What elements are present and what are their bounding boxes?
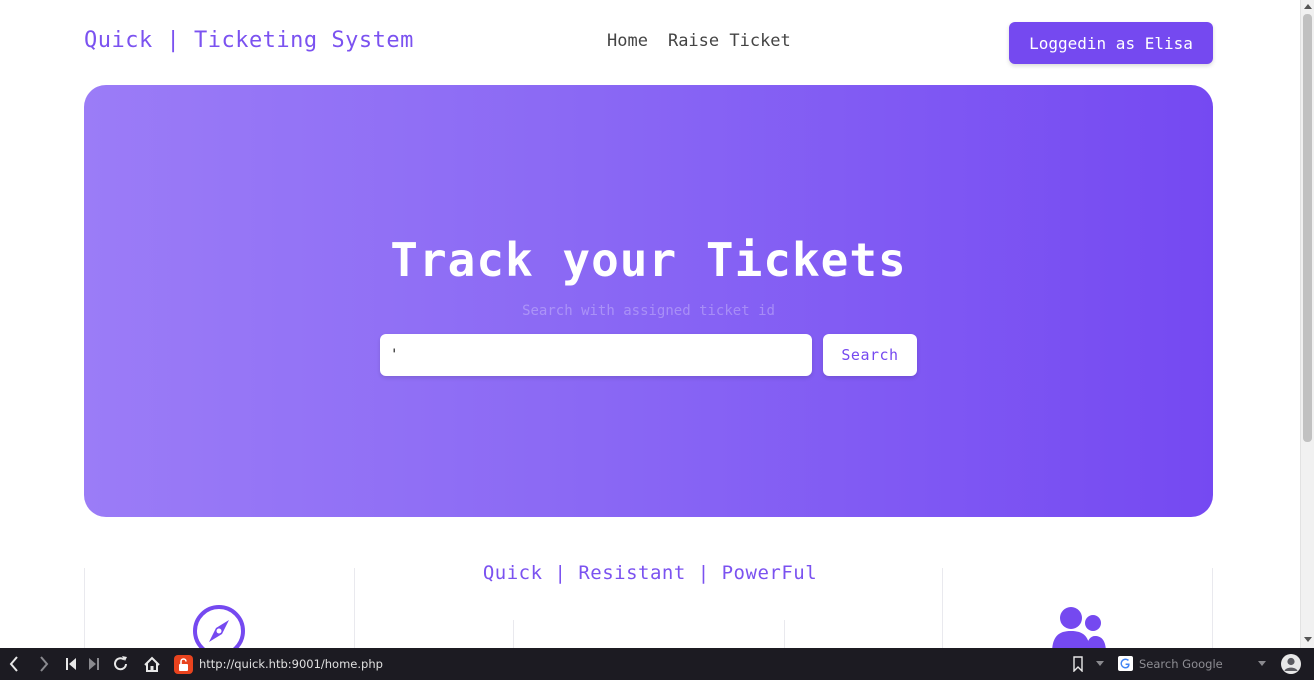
reload-icon[interactable] <box>113 648 129 680</box>
search-engine-dropdown-icon[interactable] <box>1257 660 1267 668</box>
nav-raise-ticket-link[interactable]: Raise Ticket <box>668 31 791 51</box>
bookmark-dropdown-icon[interactable] <box>1095 660 1105 668</box>
bookmark-icon[interactable] <box>1072 656 1084 672</box>
brand-title[interactable]: Quick | Ticketing System <box>84 28 414 53</box>
feature-card-divider <box>1212 568 1213 648</box>
skip-forward-icon[interactable] <box>87 648 101 680</box>
feature-card-divider <box>942 568 943 648</box>
browser-toolbar <box>0 648 1314 680</box>
insecure-lock-icon[interactable] <box>174 655 193 674</box>
users-icon <box>1052 607 1106 648</box>
forward-icon[interactable] <box>37 648 51 680</box>
compass-icon <box>193 605 245 648</box>
hero-subtitle: Search with assigned ticket id <box>522 303 775 319</box>
hero-banner: Track your Tickets Search with assigned … <box>84 85 1213 517</box>
feature-card-divider <box>784 620 785 648</box>
feature-card-divider <box>513 620 514 648</box>
skip-back-icon[interactable] <box>64 648 78 680</box>
feature-card-divider <box>354 568 355 648</box>
search-engine-field[interactable]: Search Google <box>1139 657 1223 671</box>
home-icon[interactable] <box>143 648 161 680</box>
scroll-up-arrow-icon[interactable] <box>1304 4 1312 9</box>
page: Quick | Ticketing System Home Raise Tick… <box>0 0 1300 648</box>
main-nav: Home Raise Ticket <box>607 31 791 51</box>
vertical-scrollbar[interactable] <box>1300 0 1314 648</box>
feature-card-divider <box>84 568 85 648</box>
back-icon[interactable] <box>7 648 21 680</box>
logged-in-user-button[interactable]: Loggedin as Elisa <box>1009 22 1213 64</box>
hero-title: Track your Tickets <box>390 233 907 287</box>
scroll-down-arrow-icon[interactable] <box>1304 637 1312 642</box>
profile-avatar-icon[interactable] <box>1280 653 1302 675</box>
features-tagline: Quick | Resistant | PowerFul <box>482 562 818 584</box>
search-button[interactable]: Search <box>823 334 917 376</box>
google-icon <box>1118 656 1133 671</box>
address-bar-url[interactable]: http://quick.htb:9001/home.php <box>199 657 383 671</box>
ticket-search-input[interactable] <box>380 334 812 376</box>
nav-home-link[interactable]: Home <box>607 31 648 51</box>
scrollbar-thumb[interactable] <box>1303 14 1312 442</box>
